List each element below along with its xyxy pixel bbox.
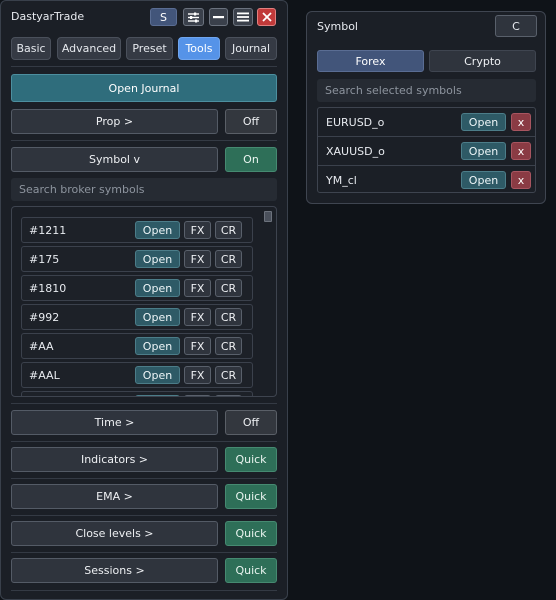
- symbol-name: #992: [29, 311, 60, 324]
- menu-icon: [237, 12, 249, 22]
- divider: [11, 515, 277, 516]
- app-title: DastyarTrade: [11, 10, 85, 23]
- cr-button[interactable]: CR: [215, 366, 242, 384]
- list-item: Open FX CR: [21, 391, 253, 396]
- open-button[interactable]: Open: [135, 366, 180, 384]
- prop-section-toggle[interactable]: Prop >: [11, 109, 218, 134]
- fx-button[interactable]: FX: [184, 366, 211, 384]
- symbol-name: #AA: [29, 340, 54, 353]
- tab-preset[interactable]: Preset: [126, 37, 173, 60]
- symbol-name: #1810: [29, 282, 67, 295]
- tab-forex[interactable]: Forex: [317, 50, 424, 72]
- tab-tools[interactable]: Tools: [178, 37, 220, 60]
- symbol-name: #1211: [29, 224, 67, 237]
- divider: [11, 441, 277, 442]
- open-button[interactable]: Open: [135, 250, 180, 268]
- fx-button[interactable]: FX: [184, 395, 211, 396]
- cr-button[interactable]: CR: [215, 337, 242, 355]
- list-item: #AAL Open FX CR: [21, 362, 253, 388]
- list-item: #1810 Open FX CR: [21, 275, 253, 301]
- sessions-quick-button[interactable]: Quick: [225, 558, 277, 583]
- c-button[interactable]: C: [495, 15, 537, 37]
- symbol-name: #AAL: [29, 369, 60, 382]
- divider: [11, 66, 277, 67]
- settings-button[interactable]: [183, 8, 204, 26]
- list-item: XAUUSD_o Open x: [318, 137, 535, 166]
- open-button[interactable]: Open: [135, 395, 180, 396]
- open-button[interactable]: Open: [461, 142, 506, 160]
- selected-symbol-list: EURUSD_o Open x XAUUSD_o Open x YM_cl Op…: [317, 107, 536, 193]
- list-item: #175 Open FX CR: [21, 246, 253, 272]
- cr-button[interactable]: CR: [215, 250, 242, 268]
- main-panel: DastyarTrade S Basic Advanced Preset Too…: [0, 0, 288, 600]
- list-item: #992 Open FX CR: [21, 304, 253, 330]
- tab-advanced[interactable]: Advanced: [57, 37, 121, 60]
- close-button[interactable]: [257, 8, 276, 26]
- divider: [11, 590, 277, 591]
- ema-section-toggle[interactable]: EMA >: [11, 484, 218, 509]
- minimize-button[interactable]: [209, 8, 228, 26]
- symbol-panel-title: Symbol: [317, 20, 358, 33]
- broker-symbol-search-input[interactable]: Search broker symbols: [11, 178, 277, 201]
- ema-quick-button[interactable]: Quick: [225, 484, 277, 509]
- tab-basic[interactable]: Basic: [11, 37, 51, 60]
- symbol-name: #175: [29, 253, 60, 266]
- remove-button[interactable]: x: [511, 171, 531, 189]
- cr-button[interactable]: CR: [215, 279, 242, 297]
- tab-crypto[interactable]: Crypto: [429, 50, 536, 72]
- symbol-name: EURUSD_o: [326, 116, 385, 129]
- symbol-on-toggle[interactable]: On: [225, 147, 277, 172]
- minimize-icon: [213, 15, 224, 19]
- prop-off-toggle[interactable]: Off: [225, 109, 277, 134]
- symbol-panel: Symbol C Forex Crypto Search selected sy…: [306, 11, 546, 204]
- close-levels-section-toggle[interactable]: Close levels >: [11, 521, 218, 546]
- divider: [11, 552, 277, 553]
- close-icon: [261, 12, 272, 22]
- indicators-section-toggle[interactable]: Indicators >: [11, 447, 218, 472]
- fx-button[interactable]: FX: [184, 337, 211, 355]
- fx-button[interactable]: FX: [184, 308, 211, 326]
- s-button[interactable]: S: [150, 8, 177, 26]
- list-item: #AA Open FX CR: [21, 333, 253, 359]
- open-button[interactable]: Open: [135, 308, 180, 326]
- cr-button[interactable]: CR: [215, 308, 242, 326]
- open-journal-button[interactable]: Open Journal: [11, 74, 277, 102]
- list-item: #1211 Open FX CR: [21, 217, 253, 243]
- indicators-quick-button[interactable]: Quick: [225, 447, 277, 472]
- list-item: YM_cl Open x: [318, 166, 535, 192]
- remove-button[interactable]: x: [511, 113, 531, 131]
- sessions-section-toggle[interactable]: Sessions >: [11, 558, 218, 583]
- divider: [11, 478, 277, 479]
- close-levels-quick-button[interactable]: Quick: [225, 521, 277, 546]
- fx-button[interactable]: FX: [184, 221, 211, 239]
- sliders-icon: [187, 12, 200, 23]
- time-section-toggle[interactable]: Time >: [11, 410, 218, 435]
- cr-button[interactable]: CR: [215, 221, 242, 239]
- open-button[interactable]: Open: [135, 279, 180, 297]
- broker-symbol-list[interactable]: #1211 Open FX CR #175 Open FX CR #1810 O…: [11, 206, 277, 397]
- menu-button[interactable]: [233, 8, 253, 26]
- selected-symbol-search-input[interactable]: Search selected symbols: [317, 79, 536, 102]
- time-off-toggle[interactable]: Off: [225, 410, 277, 435]
- title-bar[interactable]: DastyarTrade S: [1, 1, 287, 33]
- fx-button[interactable]: FX: [184, 279, 211, 297]
- open-button[interactable]: Open: [461, 113, 506, 131]
- cr-button[interactable]: CR: [215, 395, 242, 396]
- open-button[interactable]: Open: [135, 221, 180, 239]
- tab-journal[interactable]: Journal: [225, 37, 277, 60]
- divider: [11, 403, 277, 404]
- fx-button[interactable]: FX: [184, 250, 211, 268]
- scrollbar-thumb[interactable]: [264, 211, 272, 222]
- symbol-name: XAUUSD_o: [326, 145, 385, 158]
- symbol-section-toggle[interactable]: Symbol v: [11, 147, 218, 172]
- remove-button[interactable]: x: [511, 142, 531, 160]
- open-button[interactable]: Open: [461, 171, 506, 189]
- list-item: EURUSD_o Open x: [318, 108, 535, 137]
- open-button[interactable]: Open: [135, 337, 180, 355]
- symbol-name: YM_cl: [326, 174, 357, 187]
- divider: [11, 140, 277, 141]
